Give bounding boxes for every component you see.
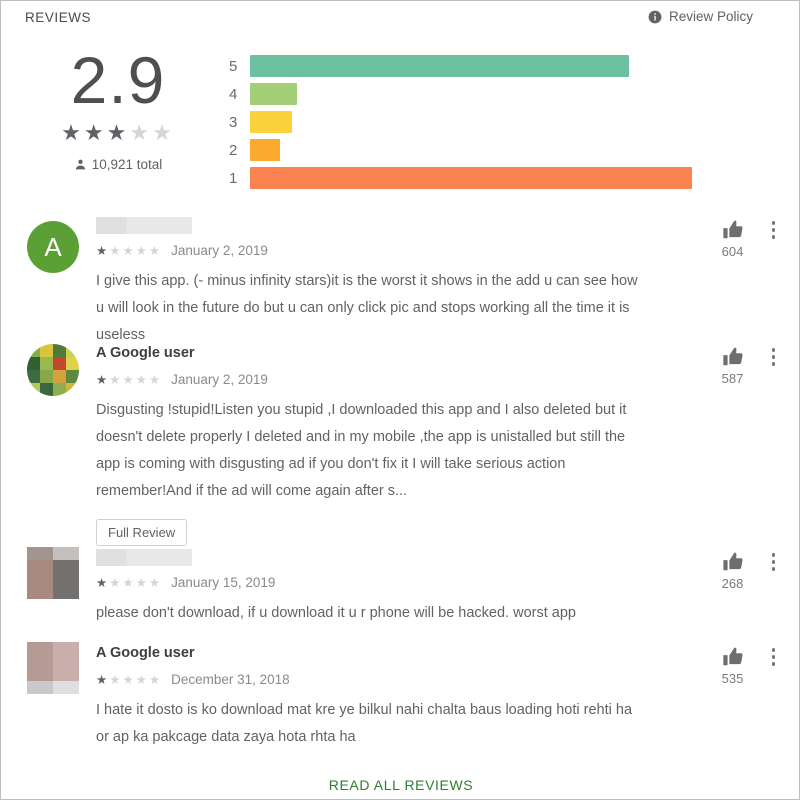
review-stars: ★★★★★ (96, 672, 163, 687)
total-ratings: 10,921 total (15, 157, 221, 172)
histogram-row-1: 1 (229, 166, 769, 190)
review-actions: 535 (722, 646, 775, 686)
review-policy-link[interactable]: Review Policy (648, 9, 753, 24)
review-actions: 268 (722, 551, 775, 591)
histogram-row-5: 5 (229, 54, 769, 78)
review-date: January 15, 2019 (171, 574, 276, 590)
histogram-track (250, 83, 769, 105)
reviews-panel: REVIEWS Review Policy 2.9 ★★★★★ 10,921 t… (0, 0, 800, 800)
review-body: please don't download, if u download it … (96, 605, 576, 621)
thumbs-up-button[interactable]: 268 (722, 551, 744, 591)
histogram-bar (250, 111, 292, 133)
avatar: A (27, 221, 79, 273)
review-stars: ★★★★★ (96, 372, 163, 387)
review-meta: ★★★★★ January 15, 2019 (96, 573, 799, 591)
rating-summary: 2.9 ★★★★★ 10,921 total 5 4 3 2 1 (1, 45, 799, 197)
average-stars: ★★★★★ (61, 120, 175, 145)
like-count: 268 (721, 576, 744, 591)
like-count: 587 (721, 371, 744, 386)
total-ratings-label: 10,921 total (91, 157, 163, 172)
histogram-label: 3 (229, 113, 238, 131)
overflow-menu-icon[interactable] (771, 551, 775, 574)
histogram-track (250, 55, 769, 77)
thumbs-up-button[interactable]: 587 (722, 346, 744, 386)
review-item: ★★★★★ January 15, 2019 please don't downlo… (1, 547, 799, 627)
review-item: A Google user ★★★★★ December 31, 2018 I hat… (1, 642, 799, 751)
reviewer-name: A Google user (96, 345, 195, 361)
thumbs-up-button[interactable]: 604 (722, 219, 744, 259)
review-actions: 587 (722, 346, 775, 386)
thumbs-up-icon (722, 219, 744, 241)
rating-histogram: 5 4 3 2 1 (229, 54, 769, 194)
histogram-label: 4 (229, 85, 238, 103)
review-date: January 2, 2019 (171, 242, 268, 258)
person-icon (74, 158, 87, 171)
avatar-pixels (27, 344, 79, 396)
thumbs-up-icon (722, 551, 744, 573)
histogram-track (250, 111, 769, 133)
thumbs-up-button[interactable]: 535 (722, 646, 744, 686)
read-all-reviews-link[interactable]: READ ALL REVIEWS (329, 777, 473, 793)
review-item: A Google user ★★★★★ January 2, 2019 Disgust… (1, 342, 799, 546)
avatar (27, 547, 79, 599)
score-column: 2.9 ★★★★★ 10,921 total (15, 45, 221, 172)
average-score: 2.9 (70, 43, 166, 117)
histogram-track (250, 167, 769, 189)
review-meta: ★★★★★ December 31, 2018 (96, 670, 799, 688)
info-icon (648, 10, 662, 24)
histogram-bar (250, 83, 297, 105)
review-body: I hate it dosto is ko download mat kre y… (96, 702, 633, 745)
overflow-menu-icon[interactable] (771, 346, 775, 369)
review-item: A ★★★★★ January 2, 2019 I give this app. (-… (1, 215, 799, 349)
review-body: Disgusting !stupid!Listen you stupid ,I … (96, 402, 627, 499)
overflow-menu-icon[interactable] (771, 646, 775, 669)
overflow-menu-icon[interactable] (771, 219, 775, 242)
read-all-reviews: READ ALL REVIEWS (1, 777, 799, 795)
avatar (27, 642, 79, 694)
review-date: January 2, 2019 (171, 371, 268, 387)
histogram-label: 5 (229, 57, 238, 75)
histogram-row-2: 2 (229, 138, 769, 162)
avatar-pixels (27, 547, 79, 599)
review-stars: ★★★★★ (96, 575, 163, 590)
like-count: 535 (721, 671, 744, 686)
histogram-row-4: 4 (229, 82, 769, 106)
review-policy-label: Review Policy (668, 9, 753, 24)
review-stars: ★★★★★ (96, 243, 163, 258)
review-meta: ★★★★★ January 2, 2019 (96, 241, 799, 259)
histogram-row-3: 3 (229, 110, 769, 134)
review-body: I give this app. (- minus infinity stars… (96, 273, 638, 343)
review-actions: 604 (722, 219, 775, 259)
full-review-button[interactable]: Full Review (96, 519, 188, 546)
review-meta: ★★★★★ January 2, 2019 (96, 370, 799, 388)
review-date: December 31, 2018 (171, 671, 290, 687)
thumbs-up-icon (722, 346, 744, 368)
histogram-track (250, 139, 769, 161)
histogram-label: 1 (229, 169, 238, 187)
reviewer-name-redacted (96, 217, 192, 234)
like-count: 604 (721, 244, 744, 259)
avatar (27, 344, 79, 396)
reviewer-name-redacted (96, 549, 192, 566)
thumbs-up-icon (722, 646, 744, 668)
histogram-bar (250, 167, 692, 189)
reviewer-name: A Google user (96, 645, 195, 661)
histogram-label: 2 (229, 141, 238, 159)
page-title: REVIEWS (25, 10, 92, 25)
histogram-bar (250, 55, 629, 77)
avatar-pixels (27, 642, 79, 694)
histogram-bar (250, 139, 280, 161)
